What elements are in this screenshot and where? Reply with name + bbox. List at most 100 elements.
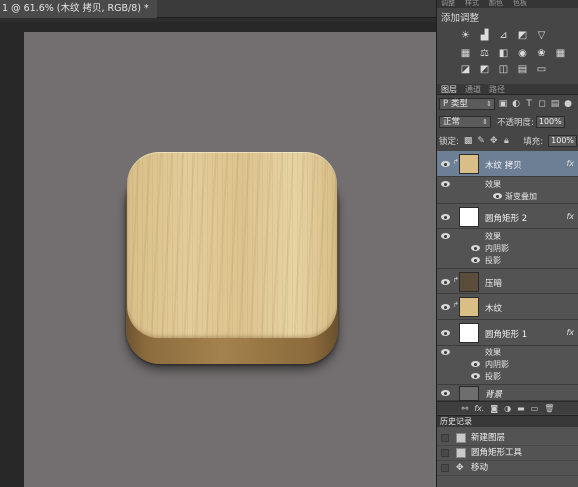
wood-icon-artwork[interactable] bbox=[126, 152, 338, 364]
history-checkbox[interactable] bbox=[441, 449, 449, 457]
invert-icon[interactable]: ◪ bbox=[459, 64, 472, 76]
lock-brush-icon[interactable]: ✎ bbox=[477, 136, 485, 146]
history-checkbox[interactable] bbox=[441, 434, 449, 442]
camera-icon[interactable]: ◉ bbox=[516, 48, 529, 60]
layer-row-darken[interactable]: ↱ 压暗 bbox=[437, 268, 578, 294]
gradient-map-icon[interactable]: ▽ bbox=[535, 30, 548, 42]
levels-icon[interactable]: ▟ bbox=[478, 30, 491, 42]
layers-panel-tabs: 图层 通道 路径 bbox=[437, 84, 578, 95]
link-icon[interactable]: ⚯ bbox=[462, 404, 469, 413]
visibility-eye-icon[interactable] bbox=[441, 214, 450, 221]
visibility-eye-icon[interactable] bbox=[471, 245, 480, 252]
blend-mode-value: 正常 bbox=[443, 117, 461, 127]
lock-transparent-icon[interactable]: ▩ bbox=[464, 136, 473, 146]
visibility-eye-icon[interactable] bbox=[441, 279, 450, 286]
visibility-eye-icon[interactable] bbox=[441, 161, 450, 168]
document-tab-bar: 1 @ 61.6% (木纹 拷贝, RGB/8) * bbox=[0, 0, 436, 18]
visibility-eye-icon[interactable] bbox=[441, 330, 450, 337]
move-tool-icon: ✥ bbox=[456, 463, 464, 473]
layer-row-background[interactable]: 背景 bbox=[437, 384, 578, 401]
effect-name[interactable]: 渐变叠加 bbox=[505, 191, 537, 202]
curves-icon[interactable]: ⊿ bbox=[497, 30, 510, 42]
trash-icon[interactable]: 🗑︎ bbox=[544, 404, 554, 413]
tab-color[interactable]: 颜色 bbox=[489, 0, 503, 8]
layer-name[interactable]: 圆角矩形 1 bbox=[485, 328, 527, 340]
fx-icon[interactable]: fx. bbox=[474, 404, 484, 413]
effect-name[interactable]: 内阴影 bbox=[485, 359, 509, 370]
blend-mode-dropdown[interactable]: 正常 ⇕ bbox=[439, 116, 491, 128]
layer-row-wood[interactable]: ↱ 木纹 bbox=[437, 294, 578, 320]
history-item[interactable]: 圆角矩形工具 bbox=[437, 446, 578, 461]
shape-filter-icon[interactable]: ◻ bbox=[537, 99, 547, 109]
effect-name[interactable]: 内阴影 bbox=[485, 243, 509, 254]
hue-icon[interactable]: ◧ bbox=[497, 48, 510, 60]
tab-adjustments[interactable]: 调整 bbox=[441, 0, 455, 8]
document-tab[interactable]: 1 @ 61.6% (木纹 拷贝, RGB/8) * bbox=[0, 0, 157, 18]
selective-color-icon[interactable]: ▤ bbox=[516, 64, 529, 76]
right-panel-dock: 调整 样式 颜色 色板 添加调整 ☀ ▟ ⊿ ◩ ▽ ▦ ⚖ ◧ ◉ ❀ ▦ ◪… bbox=[436, 0, 578, 487]
effect-name[interactable]: 投影 bbox=[485, 255, 501, 266]
visibility-eye-icon[interactable] bbox=[441, 233, 450, 240]
tab-paths[interactable]: 路径 bbox=[489, 84, 505, 95]
visibility-eye-icon[interactable] bbox=[441, 181, 450, 188]
layer-name[interactable]: 木纹 bbox=[485, 302, 502, 314]
threshold-icon[interactable]: ◫ bbox=[497, 64, 510, 76]
fill-input[interactable]: 100% bbox=[548, 135, 578, 147]
document-icon bbox=[456, 433, 466, 443]
filter-kind-dropdown[interactable]: P 类型 ⇕ bbox=[439, 98, 495, 110]
mask-icon[interactable]: ◙ bbox=[490, 404, 498, 413]
fx-icon[interactable]: fx bbox=[566, 328, 574, 337]
new-layer-icon[interactable]: ▭ bbox=[531, 404, 539, 413]
tab-swatches[interactable]: 色板 bbox=[513, 0, 527, 8]
pixel-filter-icon[interactable]: ▣ bbox=[498, 99, 508, 109]
visibility-eye-icon[interactable] bbox=[441, 304, 450, 311]
visibility-eye-icon[interactable] bbox=[471, 361, 480, 368]
history-item[interactable]: ✥ 移动 bbox=[437, 461, 578, 476]
opacity-input[interactable]: 100% bbox=[535, 116, 565, 128]
history-checkbox[interactable] bbox=[441, 464, 449, 472]
effect-name[interactable]: 投影 bbox=[485, 371, 501, 382]
layer-name[interactable]: 木纹 拷贝 bbox=[485, 159, 522, 171]
layer-name[interactable]: 圆角矩形 2 bbox=[485, 212, 527, 224]
fx-icon[interactable]: fx bbox=[566, 212, 574, 221]
fx-icon[interactable]: fx bbox=[566, 159, 574, 168]
smart-object-filter-icon[interactable]: ▤ bbox=[550, 99, 560, 109]
tab-layers[interactable]: 图层 bbox=[441, 84, 457, 95]
layer-row-rounded-rect-2[interactable]: 圆角矩形 2 fx bbox=[437, 203, 578, 229]
wood-icon-face bbox=[127, 152, 337, 338]
filter-toggle-icon[interactable]: ● bbox=[563, 99, 573, 109]
clip-arrow-icon: ↱ bbox=[453, 276, 459, 284]
vibrance-icon[interactable]: ▦ bbox=[459, 48, 472, 60]
visibility-eye-icon[interactable] bbox=[493, 193, 502, 200]
channel-mixer-icon[interactable]: ❀ bbox=[535, 48, 548, 60]
adjustment-icon[interactable]: ◑ bbox=[504, 404, 511, 413]
layer-name[interactable]: 压暗 bbox=[485, 277, 502, 289]
layer-thumbnail bbox=[459, 297, 479, 317]
posterize-icon[interactable]: ◩ bbox=[478, 64, 491, 76]
grid-icon[interactable]: ▦ bbox=[554, 48, 567, 60]
layers-footer-toolbar: ⚯ fx. ◙ ◑ ▬ ▭ 🗑︎ bbox=[437, 401, 578, 414]
document-icon bbox=[456, 448, 466, 458]
layer-effects-group: 效果 bbox=[437, 231, 578, 242]
tab-styles[interactable]: 样式 bbox=[465, 0, 479, 8]
group-icon[interactable]: ▬ bbox=[517, 404, 525, 413]
lock-position-icon[interactable]: ✥ bbox=[490, 136, 498, 146]
history-item[interactable]: 新建图层 bbox=[437, 431, 578, 446]
lock-all-icon[interactable]: 🔒︎ bbox=[503, 136, 511, 146]
layer-row-wood-copy[interactable]: ↱ 木纹 拷贝 fx bbox=[437, 151, 578, 177]
visibility-eye-icon[interactable] bbox=[441, 390, 450, 397]
layer-row-rounded-rect-1[interactable]: 圆角矩形 1 fx bbox=[437, 320, 578, 346]
adjustment-filter-icon[interactable]: ◐ bbox=[511, 99, 521, 109]
photo-filter-icon[interactable]: ▭ bbox=[535, 64, 548, 76]
type-filter-icon[interactable]: T bbox=[524, 99, 534, 109]
visibility-eye-icon[interactable] bbox=[471, 257, 480, 264]
effects-label: 效果 bbox=[485, 232, 501, 241]
chevron-down-icon: ⇕ bbox=[486, 100, 492, 108]
brightness-icon[interactable]: ☀ bbox=[459, 30, 472, 42]
tab-channels[interactable]: 通道 bbox=[465, 84, 481, 95]
balance-icon[interactable]: ⚖ bbox=[478, 48, 491, 60]
visibility-eye-icon[interactable] bbox=[441, 349, 450, 356]
layer-name[interactable]: 背景 bbox=[485, 388, 502, 400]
visibility-eye-icon[interactable] bbox=[471, 373, 480, 380]
exposure-icon[interactable]: ◩ bbox=[516, 30, 529, 42]
